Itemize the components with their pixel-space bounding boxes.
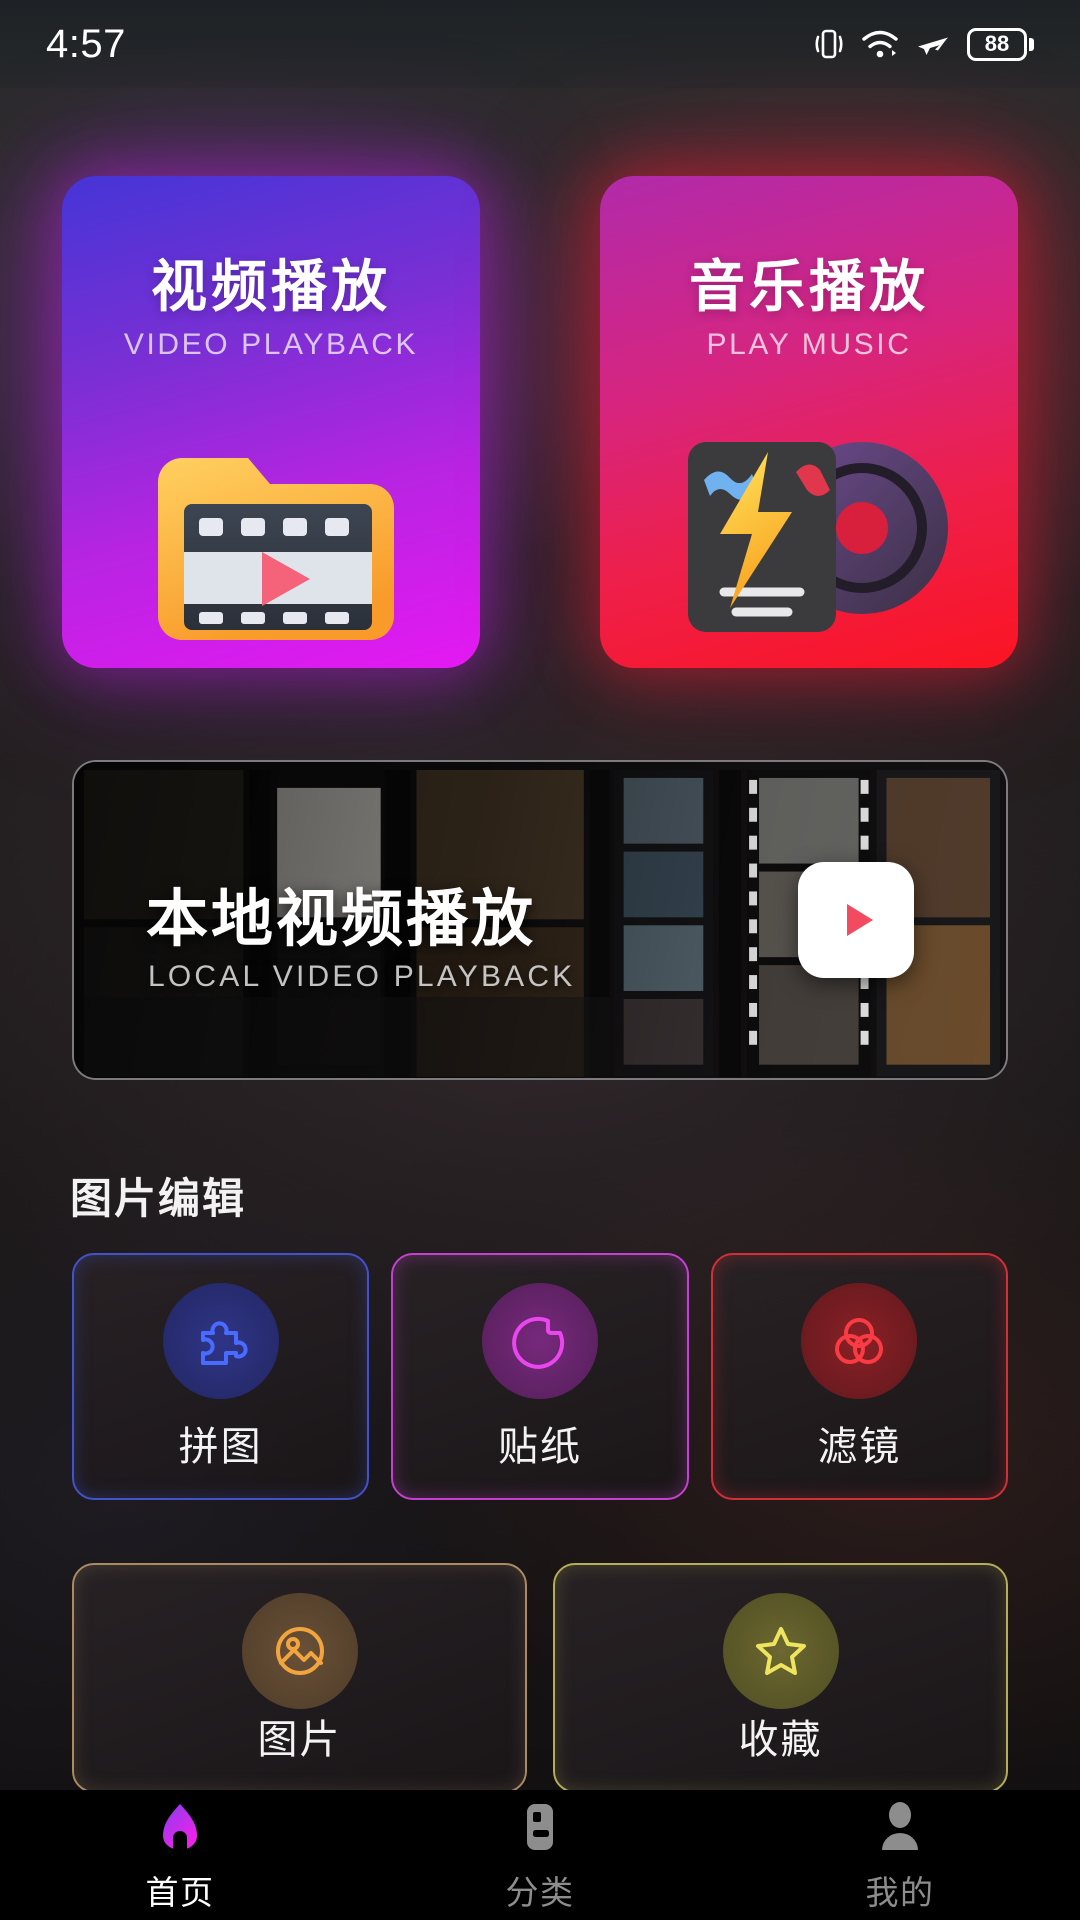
tile-puzzle-label: 拼图: [178, 1424, 263, 1470]
status-bar: 4:57 88: [0, 0, 1080, 88]
video-playback-title: 视频播放: [151, 255, 391, 320]
filter-icon-bubble: [801, 1283, 918, 1399]
star-icon-bubble: [722, 1593, 839, 1709]
play-icon: [847, 904, 873, 936]
music-playback-subtitle: PLAY MUSIC: [706, 328, 912, 361]
status-clock: 4:57: [46, 21, 126, 66]
home-icon: [163, 1804, 197, 1850]
tile-sticker-label: 贴纸: [497, 1424, 582, 1470]
nav-item-profile-label: 我的: [865, 1873, 935, 1912]
battery-nub: [1029, 37, 1034, 51]
nav-item-home[interactable]: 首页: [0, 1796, 360, 1914]
feature-card-row: 视频播放 VIDEO PLAYBACK 音乐播放 PLAY MUSIC: [0, 176, 1080, 668]
sticker-icon: [512, 1316, 565, 1369]
app-root: 4:57 88 视频播放 VIDEO PLAYBACK 音乐播放 PLAY MU…: [0, 0, 1080, 1920]
tile-puzzle[interactable]: 拼图: [72, 1253, 370, 1500]
sticker-icon-bubble: [481, 1283, 598, 1399]
banner-subtitle: LOCAL VIDEO PLAYBACK: [148, 960, 576, 993]
status-icon-group: 88: [814, 27, 1034, 61]
video-playback-card[interactable]: 视频播放 VIDEO PLAYBACK: [62, 176, 480, 668]
music-vinyl-icon: [688, 442, 948, 632]
photo-icon: [275, 1627, 324, 1675]
tile-filter-label: 滤镜: [817, 1424, 902, 1470]
nav-item-home-label: 首页: [145, 1873, 215, 1912]
battery-indicator: 88: [967, 27, 1034, 61]
nav-item-categories[interactable]: 分类: [360, 1796, 720, 1914]
image-editing-tile-row-2: 图片 收藏: [72, 1563, 1008, 1793]
battery-level-text: 88: [984, 31, 1010, 56]
tile-pictures[interactable]: 图片: [72, 1563, 527, 1793]
video-folder-icon: [158, 458, 394, 640]
wifi-icon: [862, 30, 898, 58]
tile-filter[interactable]: 滤镜: [710, 1253, 1008, 1500]
music-playback-card[interactable]: 音乐播放 PLAY MUSIC: [600, 176, 1018, 668]
bottom-navigation-bar: 首页 分类 我的: [0, 1790, 1080, 1920]
local-video-banner[interactable]: 本地视频播放 LOCAL VIDEO PLAYBACK: [72, 760, 1008, 1080]
image-editing-section-title: 图片编辑: [70, 1174, 247, 1223]
video-playback-subtitle: VIDEO PLAYBACK: [123, 328, 419, 361]
puzzle-icon-bubble: [162, 1283, 279, 1399]
banner-title: 本地视频播放: [146, 882, 537, 955]
filter-icon: [835, 1318, 884, 1364]
banner-play-button[interactable]: [798, 862, 914, 978]
tile-favorites[interactable]: 收藏: [553, 1563, 1008, 1793]
vibrate-icon: [815, 29, 843, 59]
tile-sticker[interactable]: 贴纸: [391, 1253, 689, 1500]
star-icon: [755, 1627, 806, 1675]
nav-item-profile[interactable]: 我的: [720, 1796, 1080, 1914]
music-playback-title: 音乐播放: [689, 255, 929, 320]
nav-item-categories-label: 分类: [505, 1873, 575, 1912]
photo-icon-bubble: [241, 1593, 358, 1709]
puzzle-icon: [200, 1321, 248, 1365]
tile-pictures-label: 图片: [257, 1717, 342, 1763]
categories-icon: [527, 1804, 553, 1850]
tile-favorites-label: 收藏: [738, 1717, 823, 1763]
profile-icon: [882, 1802, 918, 1850]
image-editing-tile-row-1: 拼图 贴纸 滤镜: [72, 1253, 1008, 1500]
airplane-mode-icon: [918, 37, 948, 55]
